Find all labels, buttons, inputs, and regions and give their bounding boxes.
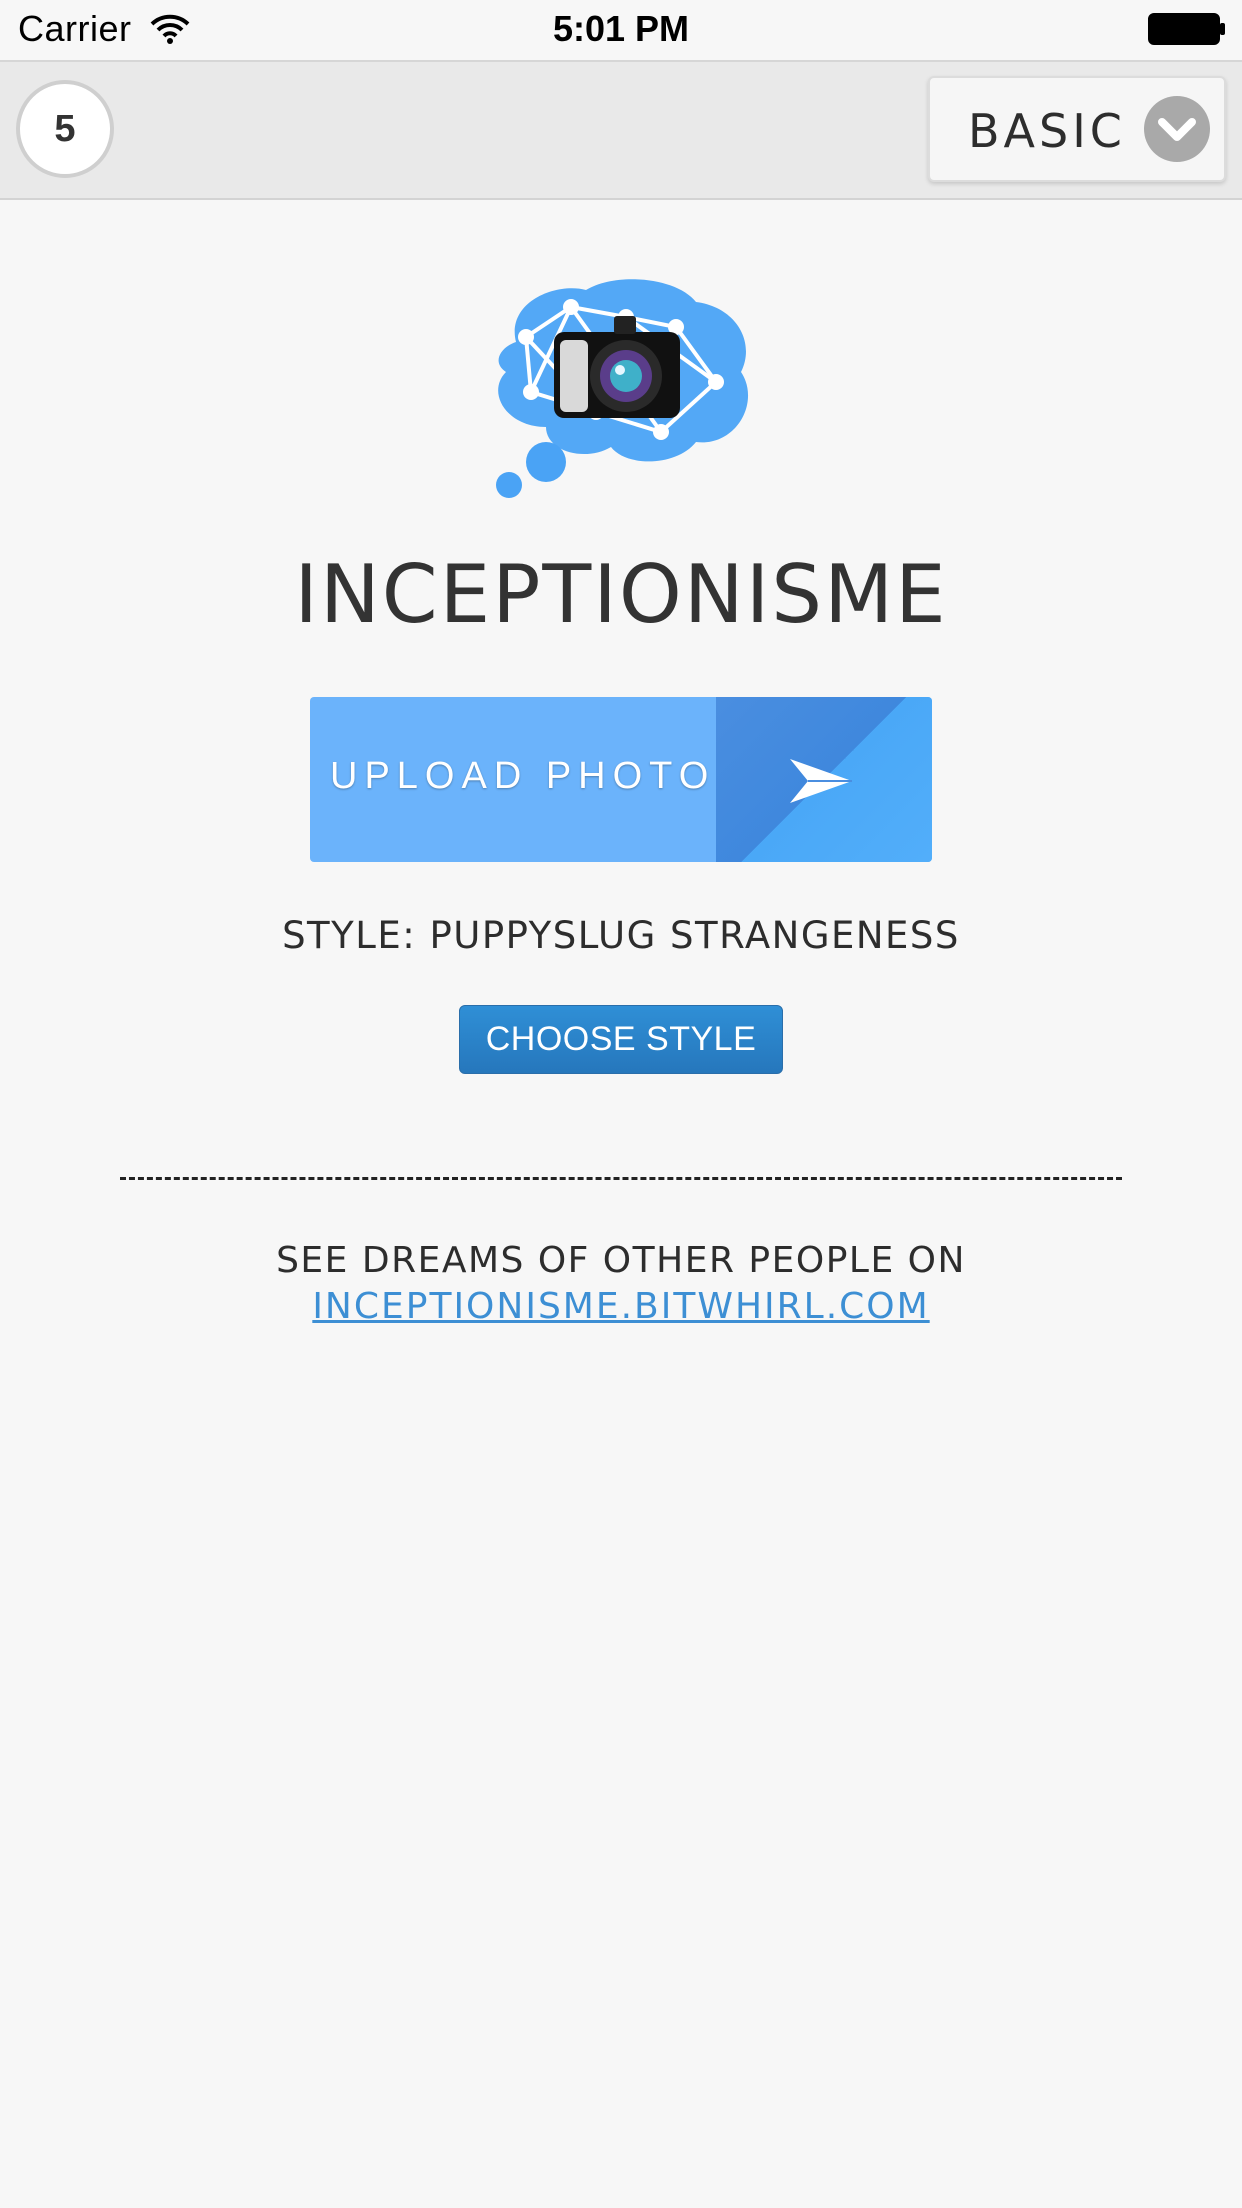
send-arrow-icon [790, 759, 852, 803]
chevron-down-icon[interactable] [1144, 96, 1210, 162]
see-dreams-text: SEE DREAMS OF OTHER PEOPLE ON [276, 1240, 966, 1281]
upload-photo-button[interactable]: UPLOAD PHOTO [310, 697, 932, 862]
app-title: INCEPTIONISME [294, 548, 948, 641]
nav-bar: 5 BASIC [0, 60, 1242, 200]
dashed-divider [120, 1177, 1122, 1180]
brain-camera-logo [496, 279, 749, 498]
upload-arrow-area[interactable] [716, 697, 932, 862]
website-link[interactable]: INCEPTIONISME.BITWHIRL.COM [0, 1286, 1242, 1327]
upload-photo-label: UPLOAD PHOTO [330, 755, 716, 797]
status-bar: Carrier 5:01 PM [0, 0, 1242, 60]
status-time: 5:01 PM [552, 8, 690, 49]
battery-icon [1148, 13, 1225, 45]
choose-style-button[interactable]: CHOOSE STYLE [459, 1005, 783, 1074]
style-label: STYLE: PUPPYSLUG STRANGENESS [282, 914, 960, 957]
plan-select[interactable]: BASIC [928, 76, 1226, 182]
plan-label: BASIC [968, 104, 1126, 158]
counter-badge[interactable]: 5 [16, 80, 114, 178]
